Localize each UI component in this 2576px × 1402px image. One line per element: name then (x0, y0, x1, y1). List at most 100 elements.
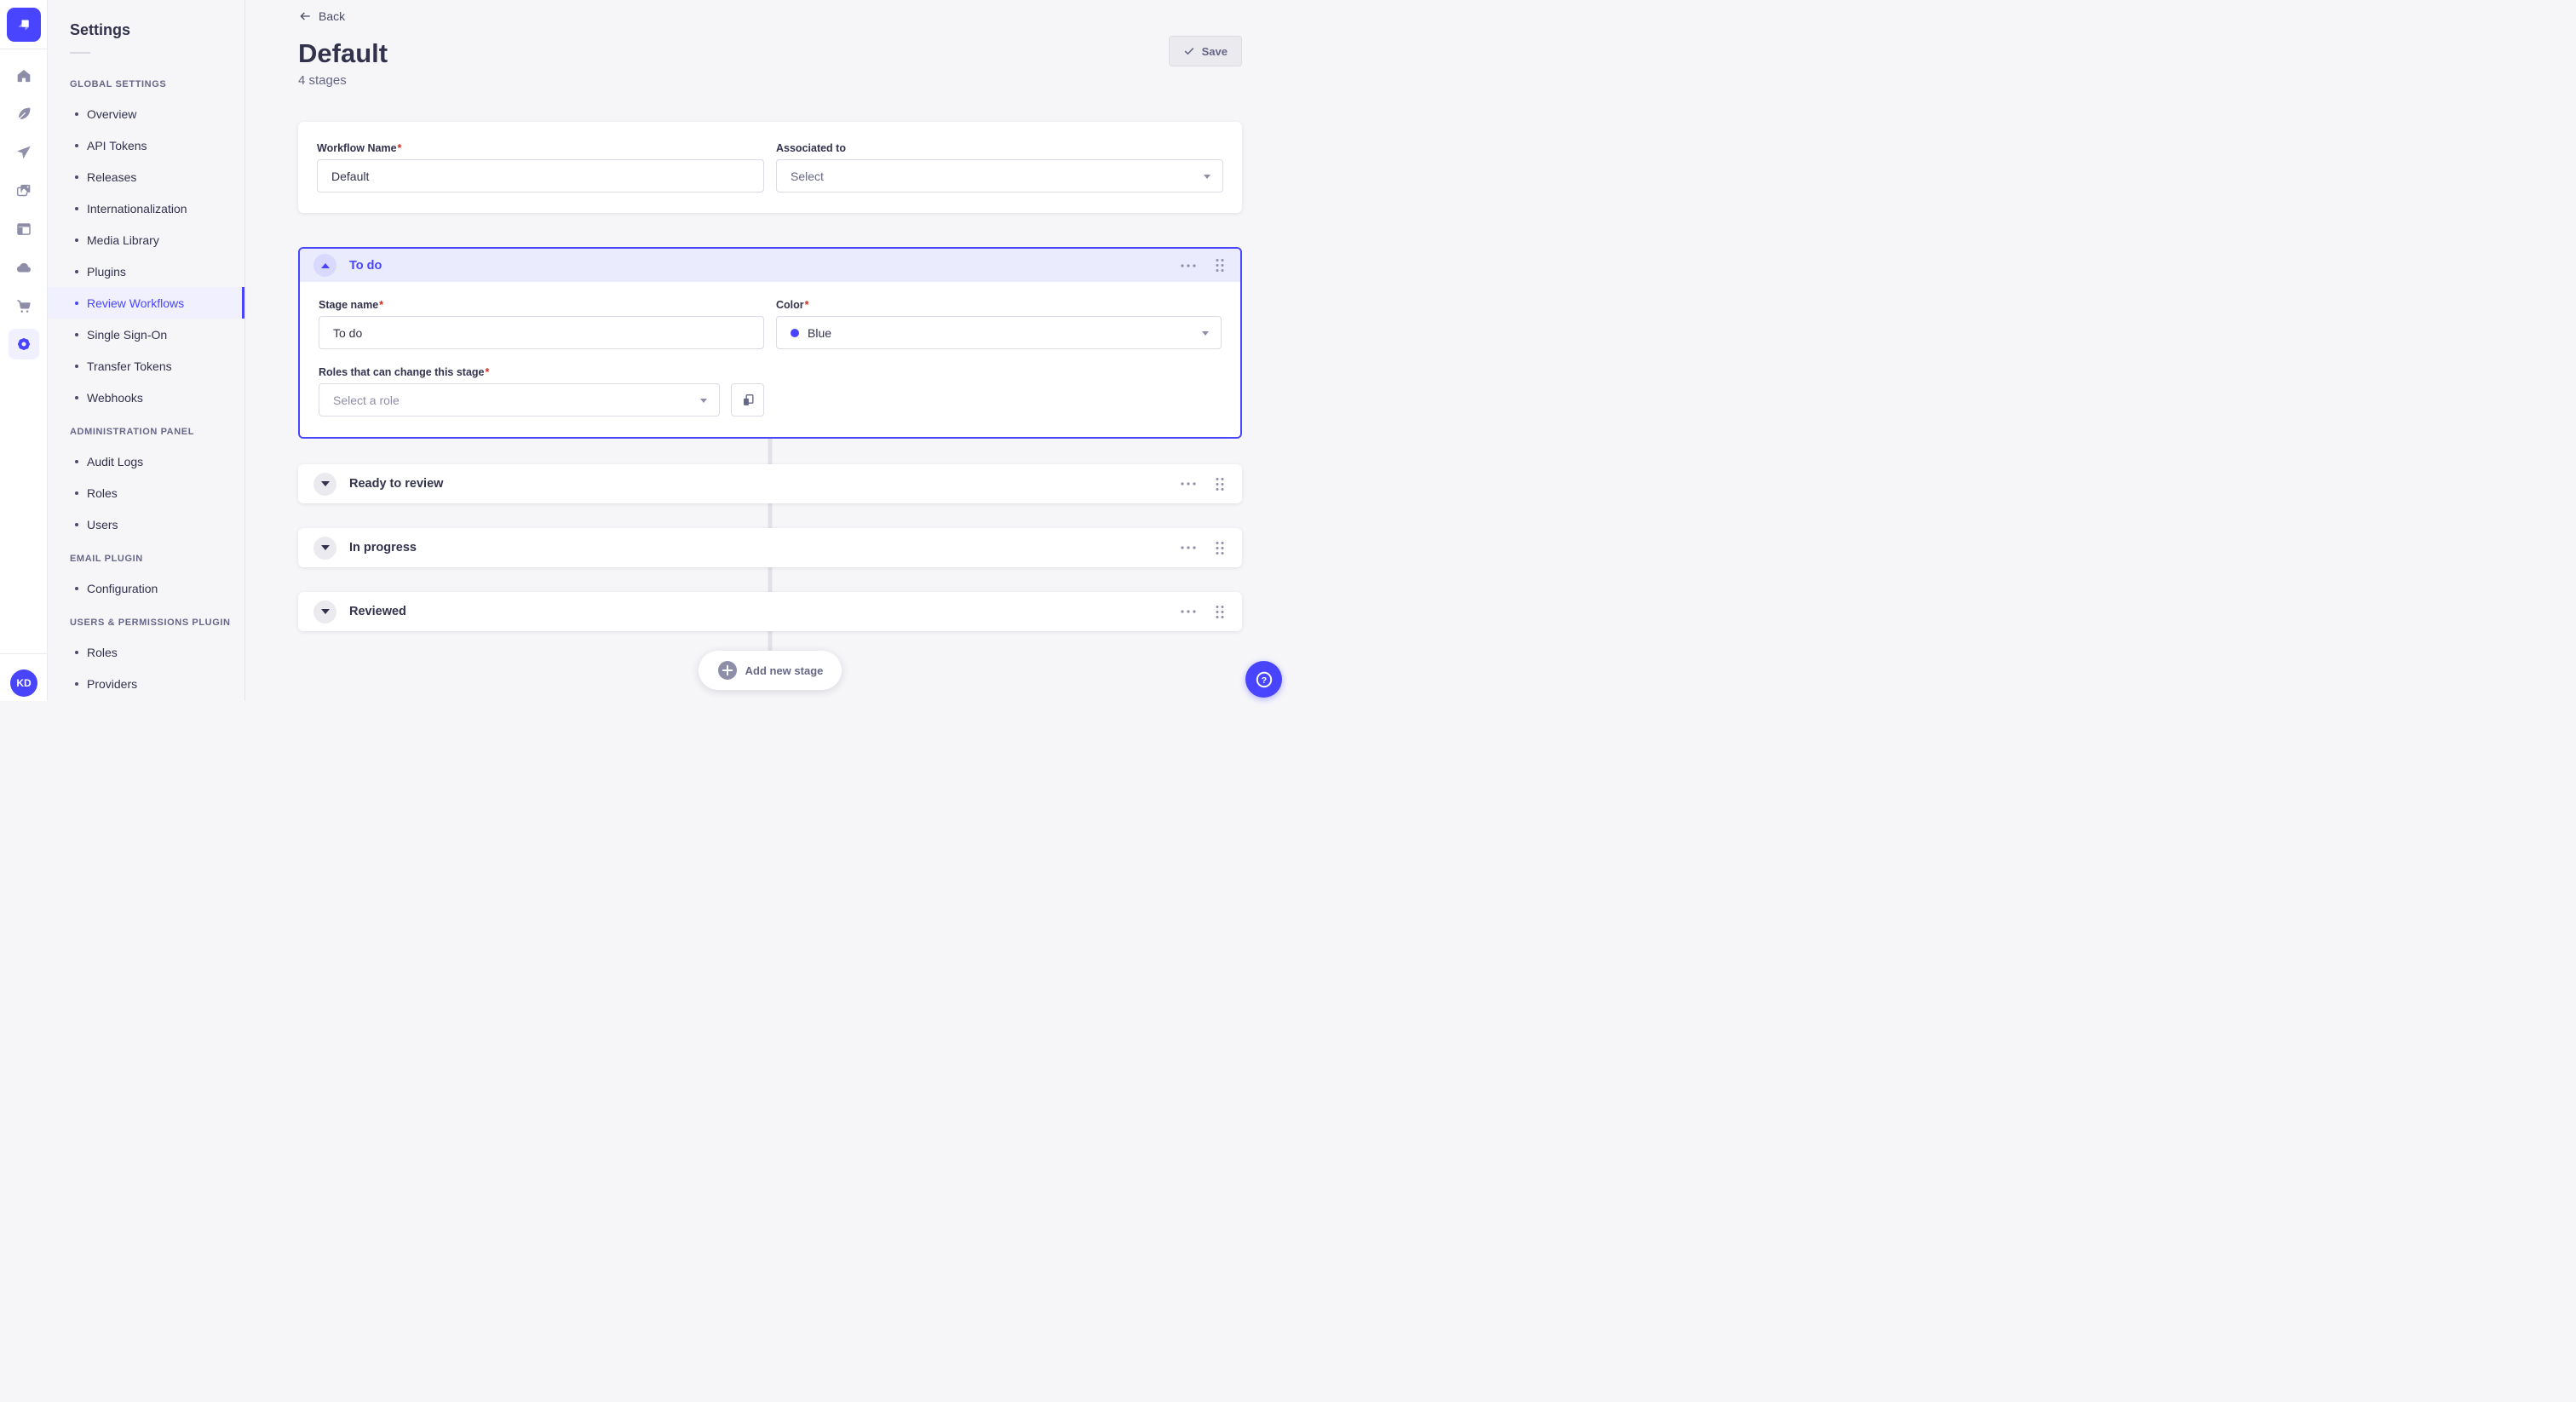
layout-icon[interactable] (15, 221, 32, 238)
stage-options-button[interactable] (1179, 544, 1198, 551)
stage-drag-handle[interactable] (1213, 256, 1227, 274)
save-button[interactable]: Save (1168, 36, 1242, 66)
sidebar-item-label: Transfer Tokens (87, 359, 172, 373)
stage-color-value: Blue (808, 325, 832, 340)
stage-color-select[interactable]: Blue (776, 316, 1222, 349)
color-swatch-blue (791, 328, 799, 337)
associated-to-value: Select (791, 169, 824, 183)
stage-drag-handle[interactable] (1213, 475, 1227, 493)
required-asterisk: * (379, 299, 384, 311)
workflow-meta-card: Workflow Name* Associated to Select (298, 122, 1242, 213)
settings-gear-icon[interactable] (8, 329, 39, 359)
stage-actions (1179, 603, 1227, 621)
drag-handle-icon (1216, 605, 1224, 618)
sidebar-item-label: API Tokens (87, 138, 147, 152)
chevron-down-icon (320, 609, 330, 614)
stage-name-field: Stage name* (319, 299, 764, 349)
user-avatar[interactable]: KD (10, 669, 37, 697)
sidebar-item-users[interactable]: Users (48, 509, 244, 540)
bullet-icon (75, 269, 78, 273)
stage-card-reviewed[interactable]: Reviewed (298, 592, 1242, 631)
stage-roles-field: Roles that can change this stage* Select… (319, 366, 764, 417)
associated-to-field: Associated to Select (776, 142, 1223, 192)
cart-icon[interactable] (15, 297, 32, 314)
stage-header-to-do[interactable]: To do (300, 249, 1240, 282)
check-icon (1184, 48, 1193, 55)
page-title: Default (298, 38, 388, 68)
section-header-users-permissions-plugin: USERS & PERMISSIONS PLUGIN (70, 618, 231, 628)
stage-card-in-progress[interactable]: In progress (298, 528, 1242, 567)
sidebar-item-webhooks[interactable]: Webhooks (48, 382, 244, 413)
sidebar-item-configuration[interactable]: Configuration (48, 572, 244, 604)
bullet-icon (75, 586, 78, 590)
bullet-icon (75, 364, 78, 368)
sidebar-item-releases[interactable]: Releases (48, 161, 244, 192)
home-icon[interactable] (15, 67, 32, 84)
sidebar-item-internationalization[interactable]: Internationalization (48, 192, 244, 224)
sidebar-item-label: Users (87, 517, 118, 531)
sidebar-item-single-sign-on[interactable]: Single Sign-On (48, 319, 244, 350)
expand-stage-button[interactable] (313, 536, 336, 560)
stage-card-ready-to-review[interactable]: Ready to review (298, 464, 1242, 503)
required-asterisk: * (397, 142, 402, 154)
sidebar-item-overview[interactable]: Overview (48, 98, 244, 129)
paper-plane-icon[interactable] (15, 144, 32, 161)
add-stage-label: Add new stage (745, 664, 824, 677)
sidebar-item-label: Roles (87, 645, 118, 659)
stage-roles-select[interactable]: Select a role (319, 383, 720, 417)
strapi-logo[interactable] (6, 8, 41, 42)
duplicate-stage-button[interactable] (731, 383, 764, 417)
sidebar-item-review-workflows[interactable]: Review Workflows (48, 287, 244, 319)
add-new-stage-button[interactable]: Add new stage (698, 651, 842, 690)
chevron-down-icon (1204, 174, 1210, 179)
bullet-icon (75, 681, 78, 686)
ellipsis-icon (1181, 482, 1196, 486)
stage-name-input[interactable] (319, 316, 764, 349)
ellipsis-icon (1181, 610, 1196, 613)
sidebar-item-label: Single Sign-On (87, 327, 168, 342)
sidebar-item-label: Audit Logs (87, 454, 144, 468)
sidebar-item-up-roles[interactable]: Roles (48, 636, 244, 668)
sidebar-item-providers[interactable]: Providers (48, 668, 244, 699)
sidebar-item-plugins[interactable]: Plugins (48, 256, 244, 287)
save-label: Save (1201, 44, 1228, 58)
associated-to-select[interactable]: Select (776, 159, 1223, 192)
sidebar-item-label: Providers (87, 676, 138, 691)
sidebar-item-admin-roles[interactable]: Roles (48, 477, 244, 509)
back-arrow-icon (300, 12, 310, 20)
back-link[interactable]: Back (298, 9, 345, 23)
expand-stage-button[interactable] (313, 472, 336, 496)
sidebar-title: Settings (70, 21, 131, 38)
sidebar-item-media-library[interactable]: Media Library (48, 224, 244, 256)
sidebar-item-label: Plugins (87, 264, 126, 279)
stage-options-button[interactable] (1179, 608, 1198, 615)
stages-list: To do Stage name* To do Color* Blue Role… (298, 247, 1242, 690)
sidebar-item-api-tokens[interactable]: API Tokens (48, 129, 244, 161)
sidebar-item-audit-logs[interactable]: Audit Logs (48, 445, 244, 477)
stage-actions (1179, 475, 1227, 493)
sidebar-item-label: Internationalization (87, 201, 187, 215)
stage-options-button[interactable] (1179, 262, 1198, 269)
stage-name-label: Stage name* (319, 299, 384, 311)
sidebar-item-label: Media Library (87, 233, 159, 247)
feather-icon[interactable] (15, 106, 32, 123)
stage-options-button[interactable] (1179, 480, 1198, 487)
expand-stage-button[interactable] (313, 600, 336, 623)
workflow-name-input[interactable] (317, 159, 764, 192)
bullet-icon (75, 332, 78, 336)
ellipsis-icon (1181, 546, 1196, 549)
bullet-icon (75, 491, 78, 495)
app-root: KD Settings GLOBAL SETTINGS Overview API… (0, 0, 1288, 701)
collapse-stage-button[interactable] (313, 254, 336, 277)
media-library-icon[interactable] (15, 182, 32, 199)
rail-icons (8, 67, 39, 359)
section-header-administration-panel: ADMINISTRATION PANEL (70, 427, 195, 437)
cloud-icon[interactable] (15, 259, 32, 276)
help-button[interactable]: ? (1245, 661, 1282, 698)
stage-actions (1179, 256, 1227, 274)
stage-color-label: Color* (776, 299, 809, 311)
stage-drag-handle[interactable] (1213, 603, 1227, 621)
stage-roles-label: Roles that can change this stage* (319, 366, 490, 378)
stage-drag-handle[interactable] (1213, 539, 1227, 557)
sidebar-item-transfer-tokens[interactable]: Transfer Tokens (48, 350, 244, 382)
